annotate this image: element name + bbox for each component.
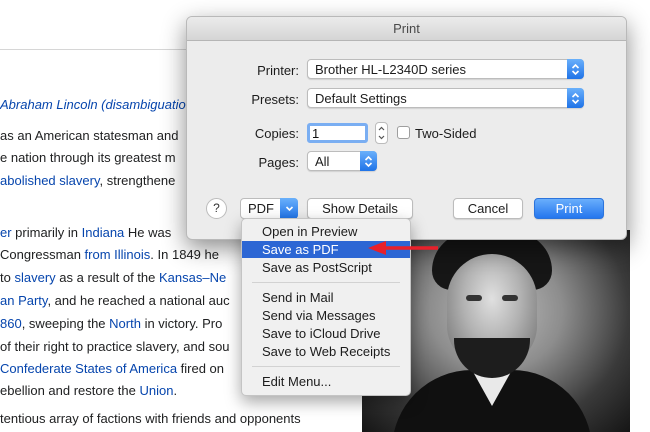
- printer-label: Printer:: [257, 63, 299, 78]
- north-link[interactable]: North: [109, 316, 141, 331]
- help-button[interactable]: ?: [206, 198, 227, 219]
- menu-separator: [252, 282, 400, 283]
- print-button[interactable]: Print: [534, 198, 604, 219]
- from-illinois-link[interactable]: from Illinois: [85, 247, 151, 262]
- menu-item-save-as-postscript[interactable]: Save as PostScript: [242, 259, 410, 276]
- pdf-menu-button[interactable]: PDF: [240, 198, 298, 219]
- article-line-4: abolished slavery, strengthene: [0, 173, 176, 188]
- show-details-button[interactable]: Show Details: [307, 198, 413, 219]
- chevron-down-icon: [280, 198, 298, 219]
- abolished-slavery-link[interactable]: abolished slavery: [0, 173, 99, 188]
- copies-field[interactable]: 1: [307, 123, 368, 143]
- menu-item-open-in-preview[interactable]: Open in Preview: [242, 223, 410, 240]
- menu-item-send-via-messages[interactable]: Send via Messages: [242, 307, 410, 324]
- cancel-button[interactable]: Cancel: [453, 198, 523, 219]
- disambiguation-link[interactable]: Abraham Lincoln (disambiguation: [0, 97, 193, 112]
- pages-label: Pages:: [258, 155, 299, 170]
- pages-value: All: [315, 154, 330, 169]
- article-line-3: e nation through its greatest m: [0, 150, 176, 165]
- chevron-updown-icon: [567, 88, 584, 108]
- article-line-2: as an American statesman and: [0, 128, 179, 143]
- article-line-1: Abraham Lincoln (disambiguation: [0, 97, 193, 112]
- portrait-eye-left: [466, 295, 482, 301]
- presets-select[interactable]: Default Settings: [307, 88, 584, 108]
- portrait-eye-right: [502, 295, 518, 301]
- article-line-6: Congressman from Illinois. In 1849 he: [0, 247, 219, 262]
- er-link[interactable]: er: [0, 225, 12, 240]
- menu-item-send-in-mail[interactable]: Send in Mail: [242, 289, 410, 306]
- menu-item-save-to-icloud-drive[interactable]: Save to iCloud Drive: [242, 325, 410, 342]
- print-dialog: Print Printer: Brother HL-L2340D series …: [186, 16, 627, 240]
- indiana-link[interactable]: Indiana: [82, 225, 125, 240]
- copies-label: Copies:: [254, 126, 299, 141]
- article-line-8: an Party, and he reached a national auc: [0, 293, 230, 308]
- printer-select[interactable]: Brother HL-L2340D series: [307, 59, 584, 79]
- menu-item-edit-menu[interactable]: Edit Menu...: [242, 373, 410, 390]
- kansas-nebraska-link[interactable]: Kansas–Ne: [159, 270, 226, 285]
- confederate-states-link[interactable]: Confederate States of America: [0, 361, 177, 376]
- pages-select[interactable]: All: [307, 151, 377, 171]
- article-line-7: to slavery as a result of the Kansas–Ne: [0, 270, 227, 285]
- menu-separator: [252, 366, 400, 367]
- article-line-10: of their right to practice slavery, and …: [0, 339, 230, 354]
- stepper-arrows-icon: [378, 126, 385, 140]
- presets-label: Presets:: [251, 92, 299, 107]
- copies-stepper[interactable]: [375, 122, 388, 144]
- printer-value: Brother HL-L2340D series: [315, 62, 467, 77]
- article-line-5: er primarily in Indiana He was: [0, 225, 172, 240]
- pdf-label: PDF: [248, 201, 274, 216]
- article-line-12: ebellion and restore the Union.: [0, 383, 178, 398]
- two-sided-checkbox[interactable]: [397, 126, 410, 139]
- republican-party-link[interactable]: an Party: [0, 293, 47, 308]
- chevron-updown-icon: [360, 151, 377, 171]
- election-1860-link[interactable]: 860: [0, 316, 22, 331]
- article-line-9: 860, sweeping the North in victory. Pro: [0, 316, 223, 331]
- two-sided-label: Two-Sided: [415, 126, 477, 141]
- article-line-11: Confederate States of America fired on: [0, 361, 225, 376]
- article-line-13: tentious array of factions with friends …: [0, 411, 301, 426]
- menu-item-save-to-web-receipts[interactable]: Save to Web Receipts: [242, 343, 410, 360]
- presets-value: Default Settings: [315, 91, 407, 106]
- dialog-title: Print: [187, 17, 626, 41]
- red-arrow-icon: [368, 241, 438, 255]
- chevron-updown-icon: [567, 59, 584, 79]
- union-link[interactable]: Union: [139, 383, 173, 398]
- slavery-link[interactable]: slavery: [14, 270, 55, 285]
